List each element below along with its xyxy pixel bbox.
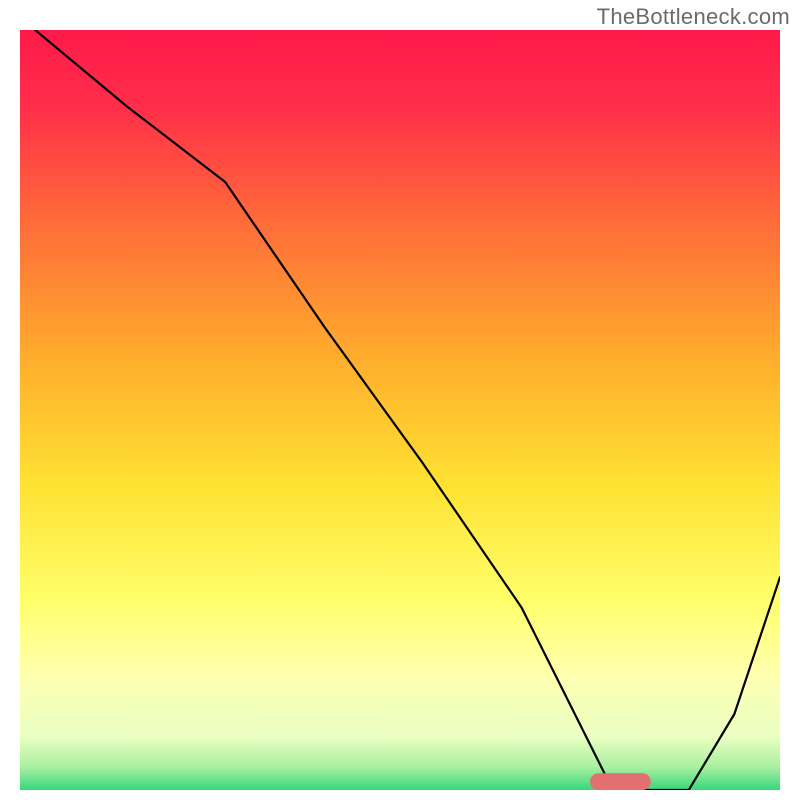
chart-container: TheBottleneck.com xyxy=(0,0,800,800)
target-marker xyxy=(590,773,651,790)
watermark-text: TheBottleneck.com xyxy=(597,4,790,30)
plot-area xyxy=(20,30,780,790)
gradient-background xyxy=(20,30,780,790)
chart-svg xyxy=(20,30,780,790)
marker-layer xyxy=(590,773,651,790)
